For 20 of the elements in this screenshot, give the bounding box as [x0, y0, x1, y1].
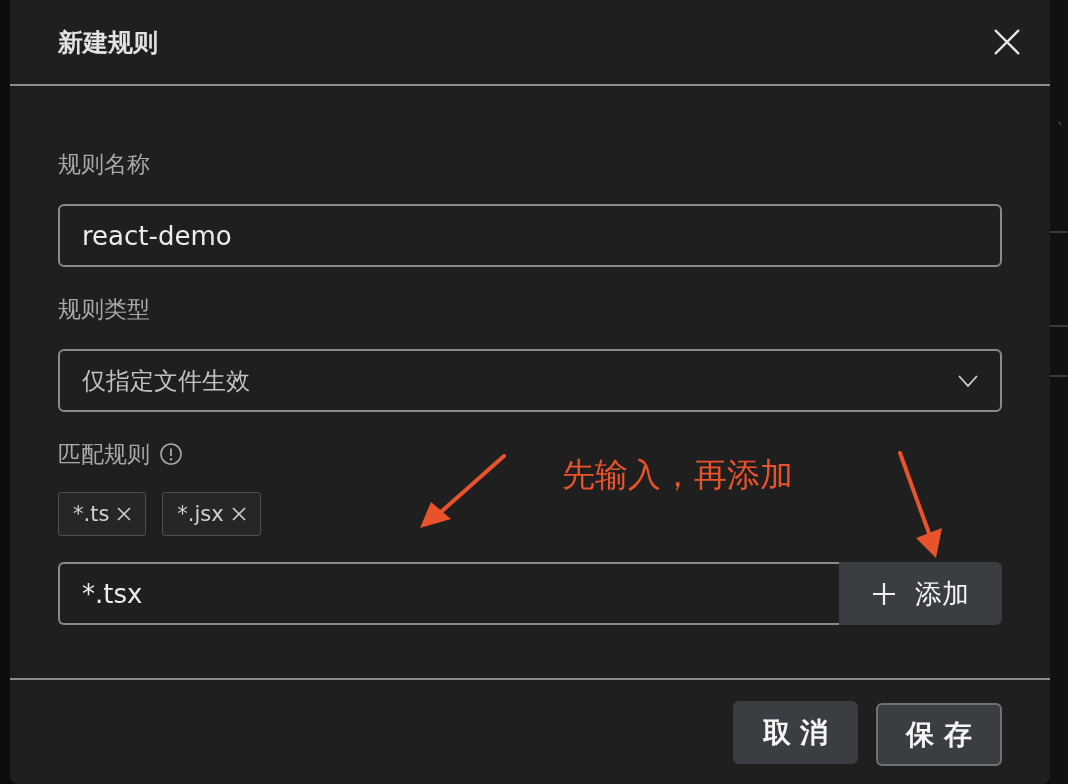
input-field[interactable]: react-demo: [58, 204, 1002, 267]
background-text: 、: [1055, 105, 1068, 129]
close-icon[interactable]: [231, 507, 246, 521]
field-label: 规则名称: [58, 150, 150, 178]
tag-text: *.ts: [73, 502, 110, 526]
plus-icon: [872, 582, 895, 605]
arrow-icon: [418, 454, 506, 530]
input-field[interactable]: *.tsx: [58, 562, 839, 625]
select-field[interactable]: 仅指定文件生效: [58, 349, 1002, 412]
field-label: 匹配规则: [58, 440, 150, 468]
chevron-icon: [958, 374, 978, 387]
close-icon[interactable]: [117, 507, 132, 521]
field-label: 规则类型: [58, 295, 150, 323]
cancel-button[interactable]: 取 消: [732, 701, 859, 764]
add-button[interactable]: 添加: [839, 562, 1002, 625]
close-icon[interactable]: [994, 29, 1020, 55]
annotation-text: 先输入，再添加: [562, 454, 793, 496]
tag-text: *.jsx: [177, 502, 224, 526]
save-button[interactable]: 保 存: [876, 703, 1002, 766]
dialog-title: 新建规则: [58, 26, 158, 59]
